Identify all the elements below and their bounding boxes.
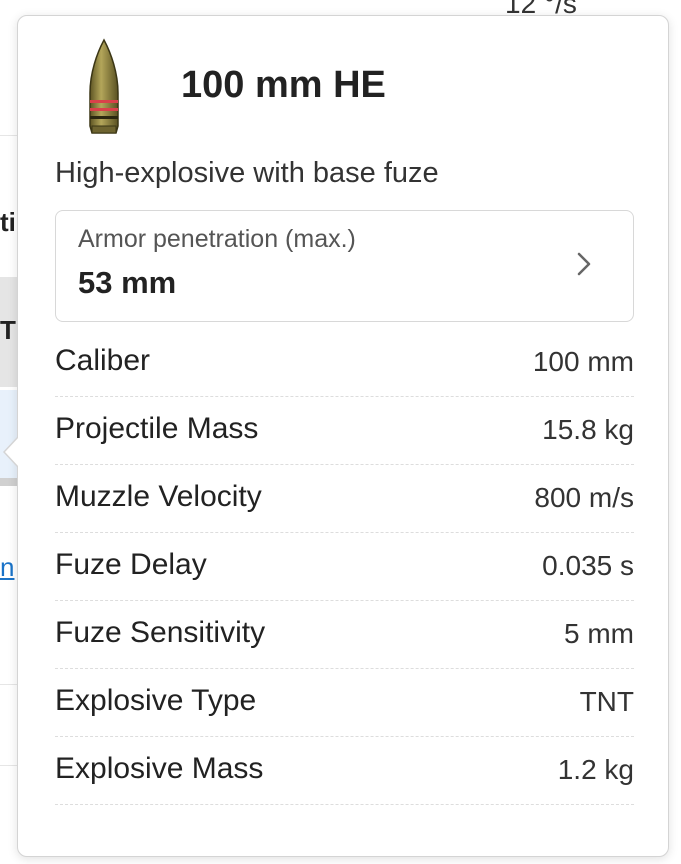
stat-value: TNT (579, 686, 634, 717)
stat-value: 15.8 kg (542, 414, 634, 445)
stat-row-fuze-sensitivity: Fuze Sensitivity 5 mm (55, 601, 634, 669)
ammo-stats-list: Caliber 100 mm Projectile Mass 15.8 kg M… (55, 329, 634, 805)
stat-value: 800 m/s (534, 482, 634, 513)
ammo-title: 100 mm HE (181, 64, 386, 106)
stat-label: Explosive Mass (55, 752, 264, 785)
ammo-tooltip: 100 mm HE High-explosive with base fuze … (3, 15, 669, 857)
stat-value: 0.035 s (542, 550, 634, 581)
stat-row-fuze-delay: Fuze Delay 0.035 s (55, 533, 634, 601)
stat-label: Explosive Type (55, 684, 257, 717)
ammo-subtitle: High-explosive with base fuze (55, 157, 439, 189)
stat-row-muzzle-velocity: Muzzle Velocity 800 m/s (55, 465, 634, 533)
armor-penetration-button[interactable]: Armor penetration (max.) 53 mm (55, 210, 634, 322)
armor-penetration-label: Armor penetration (max.) (78, 225, 356, 253)
stat-label: Muzzle Velocity (55, 480, 262, 513)
stat-label: Fuze Delay (55, 548, 207, 581)
stat-label: Caliber (55, 344, 151, 377)
stat-value: 5 mm (564, 618, 634, 649)
stat-label: Fuze Sensitivity (55, 616, 266, 649)
stat-row-explosive-mass: Explosive Mass 1.2 kg (55, 737, 634, 805)
stat-value: 1.2 kg (557, 754, 634, 785)
chevron-right-icon (577, 252, 591, 276)
stat-row-caliber: Caliber 100 mm (55, 329, 634, 397)
stat-label: Projectile Mass (55, 412, 259, 445)
stat-row-explosive-type: Explosive Type TNT (55, 669, 634, 737)
background-link-fragment[interactable]: n (0, 552, 14, 583)
stat-row-projectile-mass: Projectile Mass 15.8 kg (55, 397, 634, 465)
tooltip-arrow-fill (5, 437, 19, 467)
armor-penetration-value: 53 mm (78, 265, 177, 300)
background-column-fragment: T (0, 315, 16, 345)
stat-value: 100 mm (532, 346, 634, 377)
background-heading-fragment: ti (0, 207, 16, 237)
he-shell-icon (89, 38, 119, 134)
